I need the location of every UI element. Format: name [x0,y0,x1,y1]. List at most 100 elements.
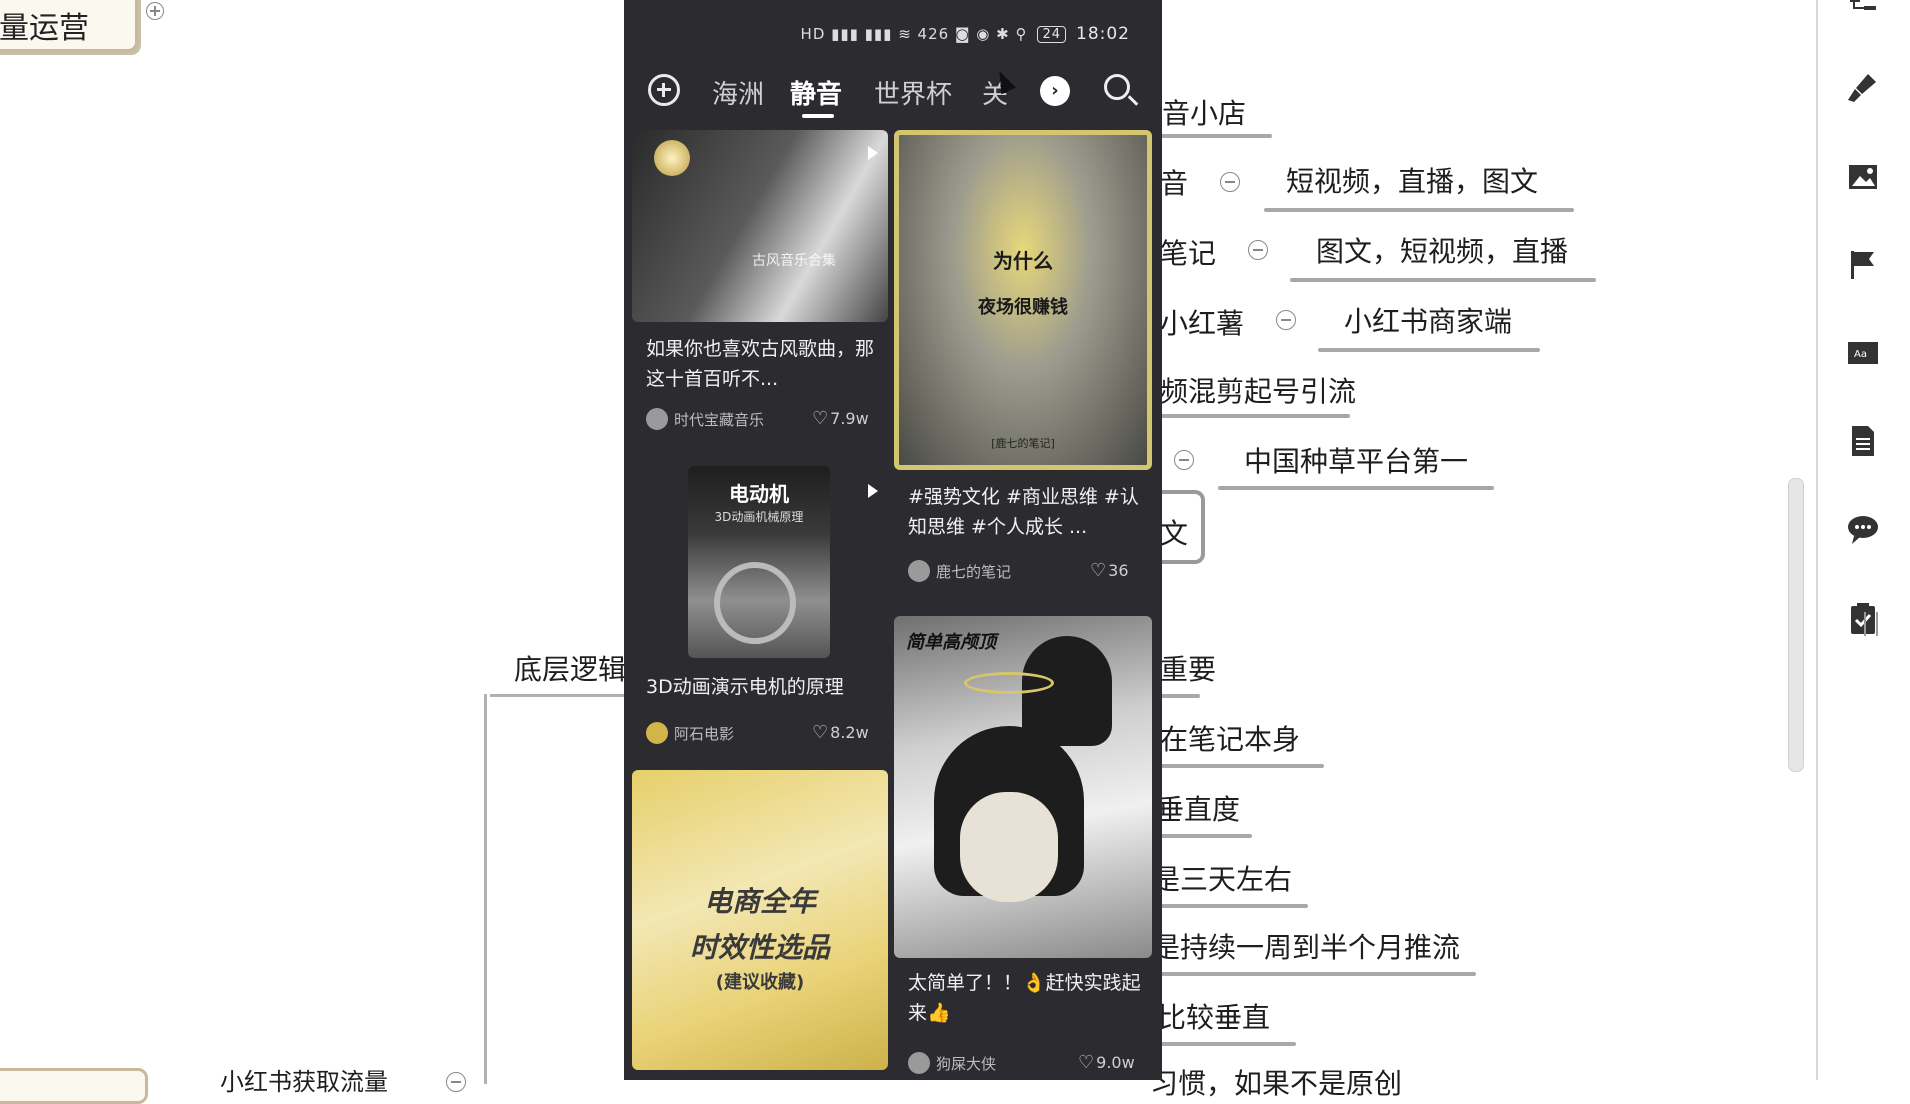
sub-branch-node[interactable]: 重要 [1160,656,1216,684]
card-author[interactable]: 狗屎大侠 [908,1052,996,1074]
text-box-icon[interactable]: Aa [1846,336,1880,370]
comment-icon[interactable] [1846,512,1880,546]
connector-line [490,694,630,697]
expand-toggle-icon[interactable] [146,2,164,20]
feed-card[interactable]: 电动机 3D动画机械原理 3D动画演示电机的原理 阿石电影 ♡ 8.2w [632,466,888,756]
branch-node[interactable]: 频混剪起号引流 [1160,378,1356,406]
branch-node[interactable]: 小红薯 [1160,310,1244,338]
branch-underline [1318,348,1540,352]
more-channels-icon[interactable]: › [1040,76,1070,106]
document-icon[interactable] [1846,424,1880,458]
svg-text:Aa: Aa [1854,349,1867,360]
sub-branch-node[interactable]: 垂直度 [1156,796,1240,824]
thumbnail-heading: 为什么 [993,249,1053,273]
branch-underline [1160,134,1272,138]
connector-line [484,694,487,1084]
branch-underline [1290,278,1596,282]
leaf-node[interactable]: 图文，短视频，直播 [1316,238,1568,266]
card-author[interactable]: 时代宝藏音乐 [646,408,764,430]
branch-underline [1160,694,1200,698]
branch-underline [1160,1042,1296,1046]
motor-graphic [714,562,796,644]
like-count[interactable]: ♡ 9.0w [1078,1052,1135,1073]
avatar [646,722,668,744]
feed-card[interactable]: 电商全年 时效性选品 (建议收藏) [632,770,888,1070]
flag-icon[interactable] [1846,248,1880,282]
face-graphic [960,792,1058,902]
tab-channel-active[interactable]: 静音 [790,74,842,111]
thumbnail-heading: 电动机 [729,482,789,506]
status-icons: HD ▮▮▮ ▮▮▮ ≋ 426 ◙ ◉ ✱ ⚲ [800,25,1028,43]
feed-card[interactable]: 为什么 夜场很赚钱 [鹿七的笔记] #强势文化 #商业思维 #认知思维 #个人成… [894,130,1152,590]
tab-channel[interactable]: 世界杯 [874,74,952,111]
video-play-icon [868,484,878,498]
avatar [646,408,668,430]
bottom-branch-node[interactable]: 小红书获取流量 [220,1070,388,1094]
card-thumbnail: 为什么 夜场很赚钱 [鹿七的笔记] [894,130,1152,470]
image-icon[interactable] [1846,160,1880,194]
card-thumbnail: 电动机 3D动画机械原理 [688,466,830,658]
sub-branch-node[interactable]: 是持续一周到半个月推流 [1152,934,1460,962]
collapse-toggle-icon[interactable] [1220,172,1240,192]
collapse-toggle-icon[interactable] [1174,450,1194,470]
vertical-scrollbar[interactable] [1788,478,1804,772]
tab-channel[interactable]: 海洲 [712,74,764,111]
like-count[interactable]: ♡ 8.2w [812,722,869,743]
sub-branch-node[interactable]: 是三天左右 [1152,866,1292,894]
branch-node[interactable]: 文 [1160,520,1188,548]
branch-underline [1160,764,1324,768]
avatar [908,1052,930,1074]
battery-indicator: 24 [1037,25,1066,43]
root-node[interactable]: 量运营 [0,0,138,52]
thumbnail-subheading: 夜场很赚钱 [978,297,1068,318]
phone-screen-overlay: HD ▮▮▮ ▮▮▮ ≋ 426 ◙ ◉ ✱ ⚲ 24 18:02 海洲 静音 … [624,0,1162,1080]
like-count[interactable]: ♡ 36 [1090,560,1129,581]
panel-resize-handle[interactable] [1864,612,1878,636]
branch-node[interactable]: 笔记 [1160,240,1216,268]
bottom-node[interactable] [0,1068,148,1104]
leaf-node[interactable]: 小红书商家端 [1344,308,1512,336]
structure-icon[interactable] [1846,0,1880,26]
card-title: 3D动画演示电机的原理 [646,676,844,698]
branch-node-logic[interactable]: 底层逻辑 [514,656,626,684]
card-title: #强势文化 #商业思维 #认知思维 #个人成长 ... [908,486,1139,538]
video-play-icon [868,146,878,160]
right-toolbar: Aa [1816,0,1910,1080]
card-author[interactable]: 阿石电影 [646,722,734,744]
feed-card[interactable]: 古风音乐合集 如果你也喜欢古风歌曲，那这十首百听不... 时代宝藏音乐 ♡ 7.9… [632,130,888,440]
brush-icon[interactable] [1846,70,1880,104]
sub-branch-node[interactable]: 习惯，如果不是原创 [1150,1070,1402,1098]
heart-icon: ♡ [1078,1052,1095,1073]
card-title: 如果你也喜欢古风歌曲，那这十首百听不... [646,338,875,390]
add-channel-icon[interactable] [648,74,680,106]
collapse-toggle-icon[interactable] [1276,310,1296,330]
leaf-node[interactable]: 短视频，直播，图文 [1286,168,1538,196]
active-tab-underline [802,114,834,118]
branch-node[interactable]: 音小店 [1162,100,1246,128]
heart-icon: ♡ [812,722,829,743]
halo-graphic [964,672,1054,694]
branch-node[interactable]: 音 [1160,170,1188,198]
thumbnail-heading: 电商全年 [703,885,816,918]
card-author[interactable]: 鹿七的笔记 [908,560,1011,582]
thumbnail-subheading: 3D动画机械原理 [714,510,804,524]
collapse-toggle-icon[interactable] [446,1072,466,1092]
avatar [908,560,930,582]
sub-branch-node[interactable]: 在笔记本身 [1160,726,1300,754]
branch-underline [1160,834,1252,838]
branch-underline [1160,414,1350,418]
thumbnail-note: (建议收藏) [715,972,805,993]
collapse-toggle-icon[interactable] [1248,240,1268,260]
card-thumbnail: 简单高颅顶 [894,616,1152,958]
feed-card[interactable]: 简单高颅顶 太简单了！！👌赶快实践起来👍 狗屎大侠 ♡ 9.0w [894,616,1152,1080]
thumbnail-subheading: 时效性选品 [689,931,830,964]
card-thumbnail: 电商全年 时效性选品 (建议收藏) [632,770,888,1070]
search-icon[interactable] [1104,74,1130,100]
branch-underline [1264,208,1574,212]
heart-icon: ♡ [1090,560,1107,581]
leaf-node[interactable]: 中国种草平台第一 [1244,448,1468,476]
sub-branch-node[interactable]: 比较垂直 [1158,1004,1270,1032]
like-count[interactable]: ♡ 7.9w [812,408,869,429]
status-bar: HD ▮▮▮ ▮▮▮ ≋ 426 ◙ ◉ ✱ ⚲ 24 18:02 [624,0,1162,70]
branch-underline [1160,904,1308,908]
